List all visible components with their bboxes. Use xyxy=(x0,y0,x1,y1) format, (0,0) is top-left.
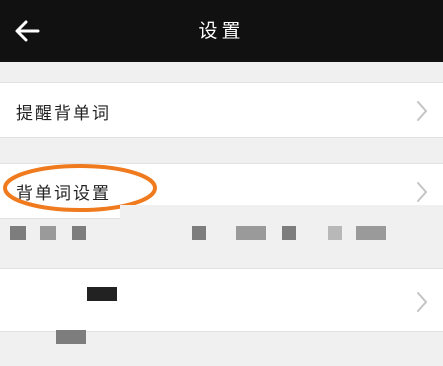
redaction-block xyxy=(10,226,26,240)
settings-item-redacted[interactable] xyxy=(0,268,443,332)
app-bar: 设置 xyxy=(0,0,443,62)
settings-item-label: 提醒背单词 xyxy=(16,104,111,124)
arrow-left-icon xyxy=(15,20,40,42)
redaction-block xyxy=(87,287,117,301)
redaction-block xyxy=(40,226,56,240)
back-button[interactable] xyxy=(10,15,44,47)
redaction-block xyxy=(328,226,342,240)
chevron-right-icon xyxy=(417,292,428,312)
page-title: 设置 xyxy=(198,20,245,42)
redaction-block xyxy=(192,226,206,240)
settings-item-remind[interactable]: 提醒背单词 xyxy=(0,82,443,138)
redaction-block xyxy=(56,330,86,344)
chevron-right-icon xyxy=(417,101,428,121)
redaction-block xyxy=(72,226,86,240)
redaction-block xyxy=(236,226,266,240)
chevron-right-icon xyxy=(417,182,428,202)
redaction-block xyxy=(356,226,386,240)
redaction-block xyxy=(282,226,296,240)
